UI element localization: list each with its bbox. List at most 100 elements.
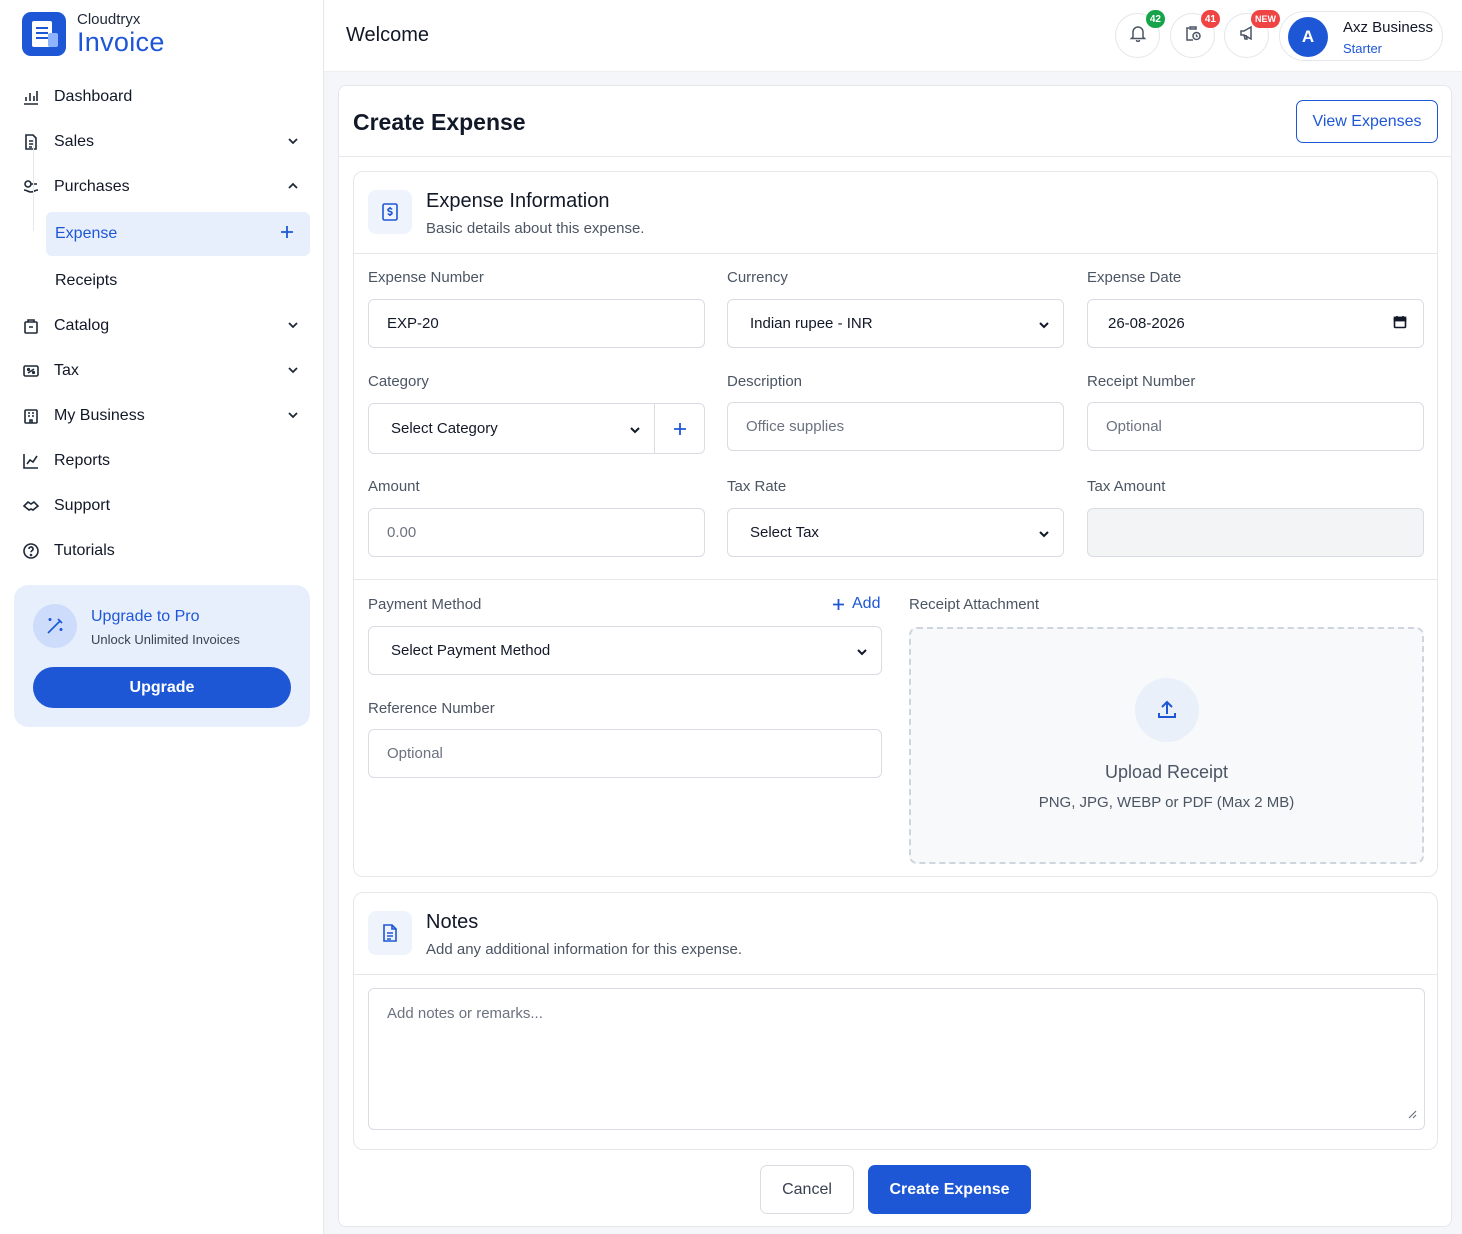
- plus-icon: [673, 422, 686, 435]
- category-label: Category: [368, 373, 429, 390]
- chart-icon: [20, 450, 42, 472]
- sidebar-item-sales[interactable]: Sales: [20, 122, 310, 162]
- tax-rate-select[interactable]: Select Tax: [727, 508, 1064, 557]
- add-expense-icon[interactable]: [278, 223, 296, 246]
- expense-number-label: Expense Number: [368, 269, 484, 286]
- receipt-attachment-label: Receipt Attachment: [909, 596, 1040, 613]
- sidebar-item-label: Support: [54, 497, 111, 514]
- user-menu[interactable]: A Axz Business Starter: [1279, 11, 1443, 61]
- sidebar-item-my-business[interactable]: My Business: [20, 396, 310, 436]
- notes-textarea[interactable]: Add notes or remarks...: [368, 988, 1425, 1130]
- brand-top: Cloudtryx: [77, 11, 141, 28]
- sidebar: Cloudtryx Invoice Dashboard Sales Purcha…: [0, 0, 324, 1234]
- reference-number-input[interactable]: Optional: [368, 729, 882, 778]
- view-expenses-button[interactable]: View Expenses: [1296, 100, 1438, 143]
- add-category-button[interactable]: [654, 404, 704, 453]
- amount-label: Amount: [368, 478, 420, 495]
- sidebar-item-label: Tax: [54, 362, 79, 379]
- sidebar-item-label: Catalog: [54, 317, 110, 334]
- expense-number-input[interactable]: EXP-20: [368, 299, 705, 348]
- tax-icon: [20, 360, 42, 382]
- add-payment-method-link[interactable]: Add: [831, 595, 880, 613]
- chevron-down-icon: [628, 423, 642, 441]
- chevron-down-icon: [286, 318, 300, 337]
- sidebar-item-tax[interactable]: Tax: [20, 351, 310, 391]
- payment-method-select[interactable]: Select Payment Method: [368, 626, 882, 675]
- sidebar-item-reports[interactable]: Reports: [20, 441, 310, 481]
- sidebar-subitem-receipts[interactable]: Receipts: [46, 259, 310, 303]
- brand-main: Invoice: [77, 27, 165, 57]
- page-title: Create Expense: [353, 109, 526, 135]
- sidebar-subitem-expense[interactable]: Expense: [46, 212, 310, 256]
- sidebar-item-dashboard[interactable]: Dashboard: [20, 77, 310, 117]
- purchases-icon: [20, 176, 42, 198]
- upload-receipt-dropzone[interactable]: Upload Receipt PNG, JPG, WEBP or PDF (Ma…: [909, 627, 1424, 864]
- divider: [354, 253, 1437, 254]
- divider: [339, 156, 1451, 157]
- brand-logo[interactable]: Cloudtryx Invoice: [22, 11, 165, 57]
- expense-date-input[interactable]: 26-08-2026: [1087, 299, 1424, 348]
- sidebar-item-support[interactable]: Support: [20, 486, 310, 526]
- upgrade-button[interactable]: Upgrade: [33, 667, 291, 708]
- expense-date-label: Expense Date: [1087, 269, 1182, 286]
- notifications-button[interactable]: 42: [1115, 10, 1165, 58]
- sidebar-item-catalog[interactable]: Catalog: [20, 306, 310, 346]
- create-expense-button[interactable]: Create Expense: [868, 1165, 1031, 1214]
- announcements-button[interactable]: NEW: [1224, 10, 1280, 58]
- announcements-badge: NEW: [1251, 10, 1280, 28]
- tax-amount-label: Tax Amount: [1087, 478, 1166, 495]
- chevron-down-icon: [1037, 527, 1051, 545]
- category-value: Select Category: [391, 420, 498, 437]
- document-icon: [20, 131, 42, 153]
- handshake-icon: [20, 495, 42, 517]
- help-icon: [20, 540, 42, 562]
- chevron-down-icon: [286, 363, 300, 382]
- tax-rate-value: Select Tax: [750, 524, 819, 541]
- submenu-line: [33, 137, 34, 231]
- bell-icon: [1129, 24, 1147, 47]
- tasks-button[interactable]: 41: [1170, 10, 1220, 58]
- upload-icon: [1135, 678, 1199, 742]
- megaphone-icon: [1238, 24, 1256, 47]
- notes-section: Notes Add any additional information for…: [353, 892, 1438, 1150]
- upload-subtitle: PNG, JPG, WEBP or PDF (Max 2 MB): [1038, 794, 1295, 811]
- chevron-down-icon: [1037, 318, 1051, 336]
- calendar-icon[interactable]: [1393, 315, 1407, 333]
- currency-value: Indian rupee - INR: [750, 315, 873, 332]
- divider: [354, 579, 1437, 580]
- tax-rate-label: Tax Rate: [727, 478, 787, 495]
- receipt-number-label: Receipt Number: [1087, 373, 1196, 390]
- welcome-text: Welcome: [346, 24, 429, 46]
- top-header: Welcome 42 41 NEW A Axz Business Starter: [324, 0, 1462, 72]
- create-expense-card: Create Expense View Expenses Expense Inf…: [338, 85, 1452, 1227]
- section-title: Expense Information: [426, 190, 610, 212]
- sidebar-item-label: My Business: [54, 407, 145, 424]
- clipboard-clock-icon: [1184, 24, 1202, 47]
- sidebar-item-label: Purchases: [54, 178, 130, 195]
- chevron-down-icon: [855, 645, 869, 663]
- upgrade-title: Upgrade to Pro: [91, 608, 200, 625]
- sidebar-item-tutorials[interactable]: Tutorials: [20, 531, 310, 571]
- amount-input[interactable]: 0.00: [368, 508, 705, 557]
- resize-handle-icon[interactable]: [1407, 1106, 1417, 1123]
- description-input[interactable]: Office supplies: [727, 402, 1064, 451]
- expense-date-value: 26-08-2026: [1108, 315, 1185, 332]
- sidebar-subitem-label: Expense: [55, 225, 118, 242]
- building-icon: [20, 405, 42, 427]
- user-plan: Starter: [1343, 41, 1383, 56]
- avatar: A: [1288, 17, 1328, 57]
- sidebar-item-label: Sales: [54, 133, 95, 150]
- notes-document-icon: [368, 911, 412, 955]
- category-select[interactable]: Select Category: [368, 403, 705, 454]
- catalog-icon: [20, 315, 42, 337]
- section-subtitle: Basic details about this expense.: [426, 220, 645, 237]
- cancel-button[interactable]: Cancel: [760, 1165, 854, 1214]
- receipt-number-input[interactable]: Optional: [1087, 402, 1424, 451]
- description-label: Description: [727, 373, 803, 390]
- upload-title: Upload Receipt: [1104, 762, 1229, 782]
- sidebar-subitem-label: Receipts: [55, 272, 118, 289]
- sidebar-item-purchases[interactable]: Purchases: [20, 167, 310, 207]
- section-subtitle: Add any additional information for this …: [426, 941, 743, 958]
- reference-number-label: Reference Number: [368, 700, 495, 717]
- currency-select[interactable]: Indian rupee - INR: [727, 299, 1064, 348]
